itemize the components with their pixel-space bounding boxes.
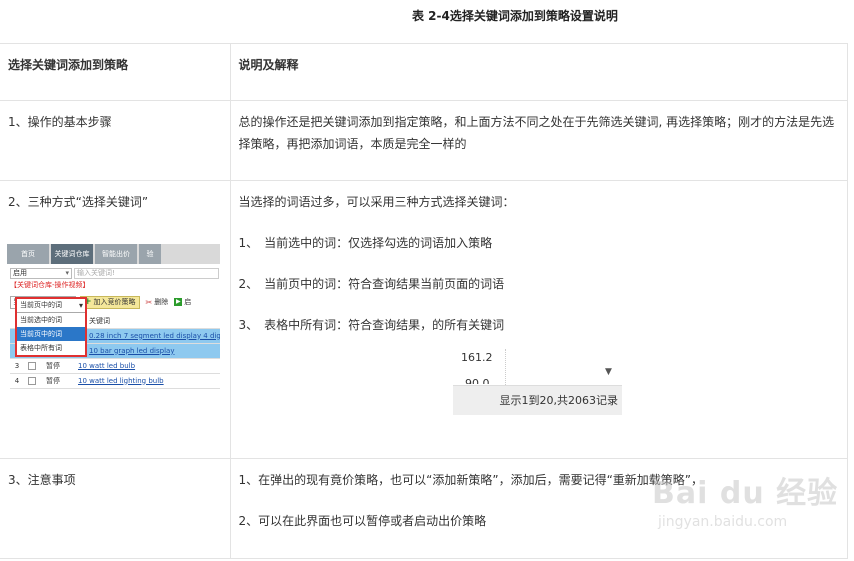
thumb-filter-row: 启用 输入关键词! <box>7 266 220 280</box>
keyword-warehouse-screenshot: 首页 关键词仓库 智能出价 验 启用 输入关键词! 【关键词仓库-操作视频】 当… <box>7 244 220 396</box>
row3-desc: 1、在弹出的现有竟价策略，也可以“添加新策略”，添加后，需要记得“重新加载策略”… <box>230 458 848 559</box>
row2-label: 2、三种方式“选择关键词” <box>8 195 149 209</box>
pager-divider <box>505 349 506 385</box>
thumb-row-number: 4 <box>14 376 20 385</box>
pager-value-2: 90.0 <box>465 377 490 384</box>
thumb-popup-head: 当前页中的词 <box>17 299 85 313</box>
thumb-keyword-link: 10 watt led bulb <box>78 361 136 370</box>
pager-value-1: 161.2 <box>461 351 493 364</box>
table-row: 2、三种方式“选择关键词” 首页 关键词仓库 智能出价 验 启用 输入关键词! … <box>0 180 848 459</box>
thumb-delete-label: 删除 <box>154 297 169 306</box>
row2-label-cell: 2、三种方式“选择关键词” 首页 关键词仓库 智能出价 验 启用 输入关键词! … <box>0 180 231 459</box>
thumb-tab-home: 首页 <box>7 244 49 264</box>
thumb-row-status: 暂停 <box>46 376 60 385</box>
row2-item-3: 3、 表格中所有词：符合查询结果，的所有关键词 <box>238 318 505 332</box>
thumb-row-checkbox <box>28 362 36 370</box>
table-caption: 表 2-4选择关键词添加到策略设置说明 <box>412 9 618 23</box>
thumb-tab-bidding: 智能出价 <box>95 244 137 264</box>
row1-desc: 总的操作还是把关键词添加到指定策略，和上面方法不同之处在于先筛选关键词, 再选择… <box>230 100 848 181</box>
thumb-scope-popup: 当前页中的词 当前选中的词 当前页中的词 表格中所有词 <box>15 297 87 357</box>
row3-item-1: 1、在弹出的现有竟价策略，也可以“添加新策略”，添加后，需要记得“重新加载策略”… <box>238 473 704 487</box>
table-row: 1、操作的基本步骤 总的操作还是把关键词添加到指定策略，和上面方法不同之处在于先… <box>0 100 848 181</box>
pager-summary: 显示1到20,共2063记录 <box>453 385 622 415</box>
thumb-option-page: 当前页中的词 <box>17 327 85 341</box>
thumb-option-selected: 当前选中的词 <box>20 316 62 324</box>
row2-item-1: 1、 当前选中的词：仅选择勾选的词语加入策略 <box>238 236 493 250</box>
row2-intro: 当选择的词语过多，可以采用三种方式选择关键词： <box>238 195 515 209</box>
table-header-row: 选择关键词添加到策略 说明及解释 <box>0 43 848 101</box>
row2-item-2: 2、 当前页中的词：符合查询结果当前页面的词语 <box>238 277 505 291</box>
thumb-add-button: + 加入竞价策略 <box>80 295 140 309</box>
table-row: 3、注意事项 1、在弹出的现有竟价策略，也可以“添加新策略”，添加后，需要记得“… <box>0 458 848 559</box>
thumb-start-label: 启 <box>184 297 192 306</box>
table-row: 3 暂停 10 watt led bulb <box>10 359 220 374</box>
thumb-row-checkbox <box>28 377 36 385</box>
thumb-navbar: 首页 关键词仓库 智能出价 验 <box>7 244 220 264</box>
thumb-keyword-input: 输入关键词! <box>74 267 219 279</box>
header-col2: 说明及解释 <box>230 43 848 101</box>
chevron-down-icon: ▼ <box>605 367 612 377</box>
thumb-tab-more: 验 <box>139 244 161 264</box>
delete-icon: ✂ <box>145 297 153 307</box>
thumb-row-number: 3 <box>14 361 20 370</box>
pager-screenshot: 161.2 90.0 ▼ 显示1到20,共2063记录 <box>453 349 622 415</box>
thumb-status-select: 启用 <box>10 267 72 279</box>
row3-label: 3、注意事项 <box>0 458 231 559</box>
thumb-row-status: 暂停 <box>46 361 60 370</box>
thumb-section-title: 【关键词仓库-操作视频】 <box>10 281 90 289</box>
row2-desc: 当选择的词语过多，可以采用三种方式选择关键词： 1、 当前选中的词：仅选择勾选的… <box>230 180 848 459</box>
settings-table: 选择关键词添加到策略 说明及解释 1、操作的基本步骤 总的操作还是把关键词添加到… <box>0 43 848 559</box>
thumb-keyword-link: 10 watt led lighting bulb <box>78 376 164 385</box>
row3-item-2: 2、可以在此界面也可以暂停或者启动出价策略 <box>238 514 487 528</box>
header-col1: 选择关键词添加到策略 <box>0 43 231 101</box>
thumb-tab-keywords: 关键词仓库 <box>51 244 93 264</box>
row1-label: 1、操作的基本步骤 <box>0 100 231 181</box>
play-icon: ▶ <box>174 298 183 306</box>
thumb-add-label: 加入竞价策略 <box>93 297 136 306</box>
thumb-option-all: 表格中所有词 <box>20 344 62 352</box>
thumb-delete-button: ✂ 删除 <box>146 298 169 307</box>
table-row: 4 暂停 10 watt led lighting bulb <box>10 374 220 389</box>
